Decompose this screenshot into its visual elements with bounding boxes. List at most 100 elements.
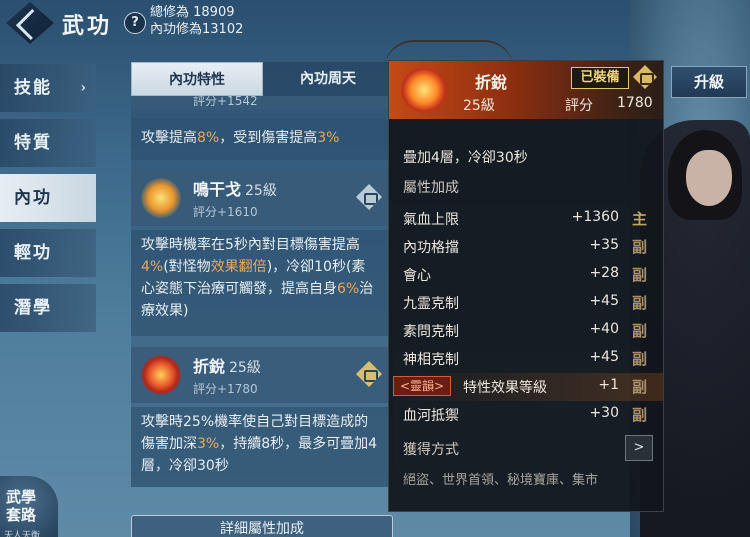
skill-level: 25級 bbox=[245, 183, 277, 199]
inner-skill-panel: 內功特性 內功周天 評分+1542 攻擊提高8%，受到傷害提高3% 鳴干戈 25級… bbox=[131, 62, 393, 487]
lock-icon[interactable] bbox=[356, 184, 382, 210]
card-name: 折銳 25級 bbox=[193, 353, 261, 377]
attr-value: +30 bbox=[589, 405, 619, 421]
inner-cultivation: 內功修為13102 bbox=[150, 22, 244, 37]
attr-value: +1 bbox=[598, 377, 619, 393]
nav-item-label: 技能 bbox=[14, 78, 52, 98]
nav-item-latent[interactable]: 潛學 bbox=[0, 284, 96, 332]
attr-name: 血河抵禦 bbox=[403, 408, 459, 424]
attr-row: 內功格擋 +35 副 bbox=[389, 233, 663, 261]
attr-tag: 副 bbox=[631, 266, 647, 284]
page-title: 武功 bbox=[62, 13, 113, 39]
label-line: 套路 bbox=[6, 506, 37, 524]
attr-row: 氣血上限 +1360 主 bbox=[389, 205, 663, 233]
nav-item-label: 輕功 bbox=[14, 243, 52, 263]
attr-value: +1360 bbox=[571, 209, 619, 225]
desc-text: ，受到傷害提高 bbox=[219, 130, 318, 146]
nav-item-label: 特質 bbox=[14, 133, 52, 153]
card-score: 評分+1610 bbox=[193, 205, 258, 219]
nav-item-inner-skill[interactable]: 內功 bbox=[0, 174, 96, 222]
attr-row: 素問克制 +40 副 bbox=[389, 317, 663, 345]
popup-score: 1780 bbox=[617, 95, 653, 111]
martial-routine-sub: 天人天衡 bbox=[4, 531, 41, 537]
equipped-badge: 已裝備 bbox=[571, 67, 629, 89]
attr-name: 內功格擋 bbox=[403, 240, 459, 256]
skill-desc-zherui: 攻擊時25%機率使自己對目標造成的傷害加深3%，持續8秒，最多可疊加4層，冷卻3… bbox=[131, 407, 388, 487]
cultivation-stats: 總修為 18909 內功修為13102 bbox=[150, 4, 243, 38]
desc-value: 3% bbox=[197, 436, 220, 452]
attr-row: 血河抵禦 +30 副 bbox=[389, 401, 663, 429]
popup-score-label: 評分 bbox=[565, 98, 593, 114]
nav-item-skills[interactable]: 技能 › bbox=[0, 64, 96, 112]
attr-name: 素問克制 bbox=[403, 324, 459, 340]
lingyun-badge: <靈韻> bbox=[393, 376, 452, 396]
nav-item-label: 內功 bbox=[14, 188, 52, 208]
back-logo-icon[interactable] bbox=[6, 2, 54, 44]
desc-text: 攻擊提高 bbox=[141, 130, 197, 146]
skill-card-zherui[interactable]: 折銳 25級 評分+1780 bbox=[131, 347, 388, 403]
skill-name: 折銳 bbox=[193, 357, 226, 376]
chevron-right-icon[interactable]: > bbox=[625, 435, 653, 461]
attr-row: 神相克制 +45 副 bbox=[389, 345, 663, 373]
card-desc-partial: 攻擊提高8%，受到傷害提高3% bbox=[131, 118, 388, 160]
detail-attributes-button[interactable]: 詳細屬性加成 bbox=[131, 515, 393, 537]
attr-name: 氣血上限 bbox=[403, 212, 459, 228]
attr-tag: 副 bbox=[631, 350, 647, 368]
nav-item-traits[interactable]: 特質 bbox=[0, 119, 96, 167]
upgrade-button[interactable]: 升級 bbox=[671, 66, 747, 98]
attr-value: +45 bbox=[589, 293, 619, 309]
skill-icon bbox=[141, 178, 181, 218]
desc-text: (對怪物 bbox=[163, 259, 211, 275]
attr-value: +28 bbox=[589, 265, 619, 281]
attr-name: 會心 bbox=[403, 268, 431, 284]
card-score: 評分+1780 bbox=[193, 382, 258, 396]
card-name: 鳴干戈 25級 bbox=[193, 176, 277, 200]
total-cultivation: 總修為 18909 bbox=[150, 5, 235, 20]
desc-text: 攻擊時機率在5秒內對目標傷害提高 bbox=[141, 237, 360, 253]
popup-level: 25級 bbox=[463, 98, 495, 114]
attr-row-highlight: <靈韻> 特性效果等級 +1 副 bbox=[389, 373, 663, 401]
popup-section-attributes: 屬性加成 bbox=[403, 180, 459, 196]
desc-value: 4% bbox=[141, 259, 164, 275]
skill-detail-popup: 折銳 已裝備 25級 評分 1780 疊加4層，冷卻30秒 屬性加成 氣血上限 … bbox=[388, 60, 664, 512]
help-icon[interactable]: ? bbox=[124, 12, 146, 34]
desc-value: 6% bbox=[337, 281, 360, 297]
attr-tag: 副 bbox=[631, 378, 647, 396]
attr-tag: 副 bbox=[631, 406, 647, 424]
lock-icon[interactable] bbox=[356, 361, 382, 387]
left-nav: 技能 › 特質 內功 輕功 潛學 bbox=[0, 64, 96, 339]
skill-desc-mingganguo: 攻擊時機率在5秒內對目標傷害提高4%(對怪物效果翻倍)，冷卻10秒(素心姿態下治… bbox=[131, 230, 388, 336]
attr-name: 九霊克制 bbox=[403, 296, 459, 312]
nav-item-label: 潛學 bbox=[14, 298, 52, 318]
tab-bar: 內功特性 內功周天 bbox=[131, 62, 393, 96]
attr-value: +35 bbox=[589, 237, 619, 253]
tab-inner-traits[interactable]: 內功特性 bbox=[131, 62, 263, 96]
skill-icon bbox=[141, 355, 181, 395]
chevron-right-icon: › bbox=[80, 80, 88, 96]
nav-item-qinggong[interactable]: 輕功 bbox=[0, 229, 96, 277]
label-line: 武學 bbox=[6, 488, 37, 506]
attr-name: 特性效果等級 bbox=[463, 380, 547, 396]
obtain-label: 獲得方式 bbox=[403, 442, 459, 458]
attr-tag: 副 bbox=[631, 322, 647, 340]
skill-card-mingganguo[interactable]: 鳴干戈 25級 評分+1610 bbox=[131, 170, 388, 226]
attr-row: 會心 +28 副 bbox=[389, 261, 663, 289]
attr-tag: 副 bbox=[631, 238, 647, 256]
attr-name: 神相克制 bbox=[403, 352, 459, 368]
attr-tag: 副 bbox=[631, 294, 647, 312]
desc-value: 8% bbox=[197, 130, 220, 146]
desc-value: 3% bbox=[317, 130, 340, 146]
martial-routine-label: 武學 套路 bbox=[6, 488, 36, 524]
desc-value: 效果翻倍 bbox=[210, 259, 267, 275]
card-score: 評分+1542 bbox=[193, 94, 258, 108]
skill-name: 鳴干戈 bbox=[193, 180, 242, 199]
tab-inner-cycle[interactable]: 內功周天 bbox=[263, 62, 393, 96]
card-header-partial: 評分+1542 bbox=[131, 94, 388, 110]
attr-value: +45 bbox=[589, 349, 619, 365]
skill-icon bbox=[401, 67, 447, 113]
lock-icon[interactable] bbox=[633, 65, 657, 89]
popup-skill-name: 折銳 bbox=[475, 73, 508, 92]
popup-stack-text: 疊加4層，冷卻30秒 bbox=[403, 150, 528, 166]
skill-level: 25級 bbox=[229, 360, 261, 376]
character-face bbox=[686, 150, 732, 206]
